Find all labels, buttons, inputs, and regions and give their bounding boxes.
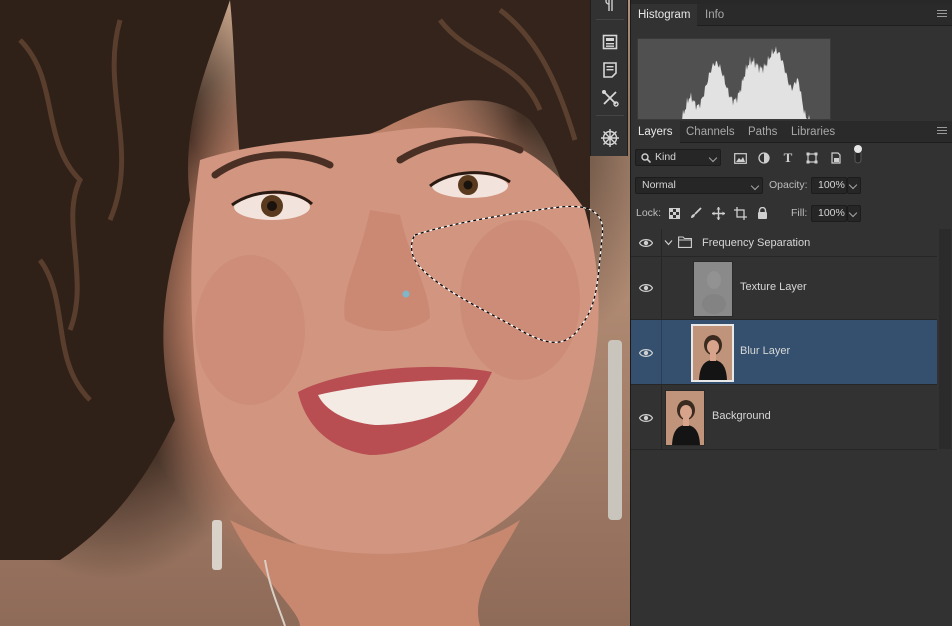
fill-label: Fill: <box>791 207 808 219</box>
histogram-panel-tabs: Histogram Info <box>631 4 952 26</box>
tab-layers[interactable]: Layers <box>631 121 680 143</box>
layers-panel-menu-icon[interactable] <box>937 127 947 136</box>
type-filter-icon[interactable]: T <box>781 150 795 165</box>
layers-panel: Kind T Normal Opacity: 100% Lock: Fill: … <box>631 143 952 626</box>
visibility-eye-icon[interactable] <box>639 283 653 293</box>
layer-thumbnail <box>691 324 734 382</box>
tools-preset-icon[interactable] <box>598 86 622 110</box>
layer-name: Blur Layer <box>740 345 791 357</box>
layer-row-blur-layer[interactable]: Blur Layer <box>631 320 937 385</box>
adjustment-filter-icon[interactable] <box>757 151 771 165</box>
opacity-value: 100% <box>818 179 845 191</box>
histogram-panel <box>631 26 952 126</box>
layer-filter-kind-select[interactable]: Kind <box>635 149 721 166</box>
smart-object-filter-icon[interactable] <box>829 151 843 165</box>
shape-filter-icon[interactable] <box>805 151 819 165</box>
lock-position-icon[interactable] <box>711 206 725 220</box>
lock-transparent-icon[interactable] <box>667 206 681 220</box>
fill-input[interactable]: 100% <box>811 205 847 222</box>
lock-all-icon[interactable] <box>755 206 769 220</box>
visibility-eye-icon[interactable] <box>639 413 653 423</box>
tab-paths[interactable]: Paths <box>741 121 784 143</box>
lock-image-icon[interactable] <box>689 206 703 220</box>
visibility-eye-icon[interactable] <box>639 238 653 248</box>
filter-kind-label: Kind <box>655 151 677 163</box>
layer-name: Background <box>712 410 771 422</box>
layer-row-frequency-separation[interactable]: Frequency Separation <box>631 229 937 257</box>
opacity-input[interactable]: 100% <box>811 177 847 194</box>
paragraph-icon[interactable] <box>598 0 622 17</box>
panel-icon-strip <box>590 0 628 156</box>
blend-mode-value: Normal <box>642 179 676 191</box>
fill-value: 100% <box>818 207 845 219</box>
blend-mode-select[interactable]: Normal <box>635 177 763 194</box>
layer-thumbnail <box>665 390 705 446</box>
fill-dropdown-button[interactable] <box>847 205 861 222</box>
photo-portrait <box>0 0 622 626</box>
document-canvas[interactable] <box>0 0 630 626</box>
layer-name: Frequency Separation <box>702 237 811 249</box>
opacity-dropdown-button[interactable] <box>847 177 861 194</box>
histogram-panel-menu-icon[interactable] <box>937 10 947 19</box>
layer-thumbnail <box>693 261 733 317</box>
image-filter-icon[interactable] <box>733 151 747 165</box>
tab-histogram[interactable]: Histogram <box>631 4 698 26</box>
opacity-label: Opacity: <box>769 179 808 191</box>
lock-label: Lock: <box>636 207 662 219</box>
layer-list: Frequency Separation Texture Layer Blur … <box>631 229 941 626</box>
layer-row-texture-layer[interactable]: Texture Layer <box>631 257 937 320</box>
tab-libraries[interactable]: Libraries <box>784 121 842 143</box>
layer-row-background[interactable]: Background <box>631 385 937 450</box>
visibility-eye-icon[interactable] <box>639 348 653 358</box>
brush-settings-icon[interactable] <box>598 126 622 150</box>
filter-toggle-icon[interactable] <box>851 145 865 164</box>
histogram-graph <box>637 38 831 120</box>
search-icon <box>641 153 651 163</box>
tab-info[interactable]: Info <box>698 4 731 26</box>
right-panel-dock: Histogram Info Layers Channels Paths Lib… <box>630 0 952 626</box>
layers-scrollbar[interactable] <box>939 229 951 449</box>
tab-channels[interactable]: Channels <box>679 121 742 143</box>
folder-icon <box>678 236 692 248</box>
layer-name: Texture Layer <box>740 281 807 293</box>
notes-icon[interactable] <box>598 58 622 82</box>
chevron-down-icon[interactable] <box>664 238 673 247</box>
properties-icon[interactable] <box>598 30 622 54</box>
lock-artboard-icon[interactable] <box>733 206 747 220</box>
layers-panel-tabs: Layers Channels Paths Libraries <box>631 121 952 143</box>
